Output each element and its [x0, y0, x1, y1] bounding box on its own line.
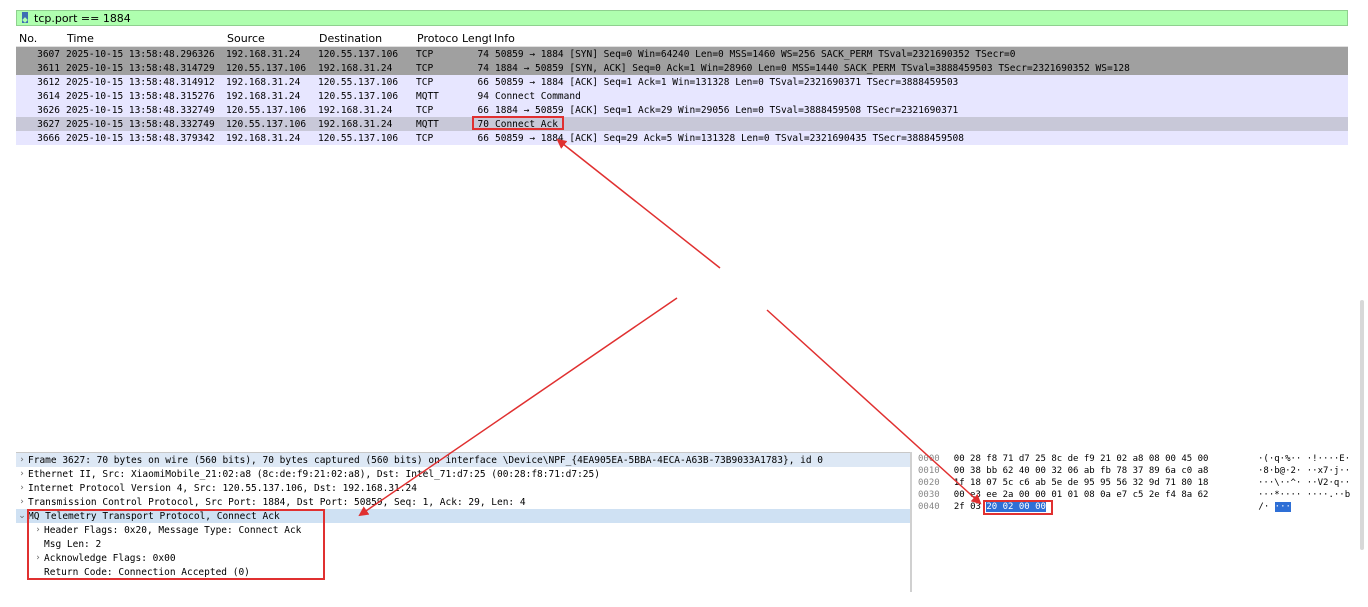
highlighted-ascii[interactable]: ··· [1274, 502, 1291, 512]
bookmark-icon[interactable] [20, 12, 30, 24]
scrollbar[interactable] [1360, 300, 1364, 550]
packet-row[interactable]: 3626 2025-10-15 13:58:48.332749 120.55.1… [16, 103, 1348, 117]
packet-list: No. Time Source Destination Protoco Leng… [16, 30, 1348, 145]
tree-item-tcp[interactable]: › Transmission Control Protocol, Src Por… [16, 495, 910, 509]
pane-splitter[interactable] [910, 452, 912, 592]
column-time[interactable]: Time [64, 32, 224, 45]
column-source[interactable]: Source [224, 32, 316, 45]
highlight-box-info [472, 116, 564, 130]
packet-row[interactable]: 3666 2025-10-15 13:58:48.379342 192.168.… [16, 131, 1348, 145]
expand-chevron-icon[interactable]: › [16, 469, 28, 479]
highlight-box-hex [983, 500, 1053, 515]
packet-row[interactable]: 3612 2025-10-15 13:58:48.314912 192.168.… [16, 75, 1348, 89]
hex-row: 0010 00 38 bb 62 40 00 32 06 ab fb 78 37… [918, 466, 1351, 476]
hex-row: 0020 1f 18 07 5c c6 ab 5e de 95 95 56 32… [918, 478, 1351, 488]
hex-row: 0000 00 28 f8 71 d7 25 8c de f9 21 02 a8… [918, 454, 1351, 464]
column-no[interactable]: No. [16, 32, 64, 45]
tree-item-frame[interactable]: › Frame 3627: 70 bytes on wire (560 bits… [16, 453, 910, 467]
tree-item-ethernet[interactable]: › Ethernet II, Src: XiaomiMobile_21:02:a… [16, 467, 910, 481]
tree-item-ip[interactable]: › Internet Protocol Version 4, Src: 120.… [16, 481, 910, 495]
arrow-to-info [556, 138, 721, 269]
packet-row[interactable]: 3614 2025-10-15 13:58:48.315276 192.168.… [16, 89, 1348, 103]
packet-list-header: No. Time Source Destination Protoco Leng… [16, 30, 1348, 47]
packet-row[interactable]: 3611 2025-10-15 13:58:48.314729 120.55.1… [16, 61, 1348, 75]
expand-chevron-icon[interactable]: › [16, 455, 28, 465]
filter-input[interactable]: tcp.port == 1884 [34, 12, 131, 25]
display-filter-bar[interactable]: tcp.port == 1884 [16, 10, 1348, 26]
packet-row[interactable]: 3607 2025-10-15 13:58:48.296326 192.168.… [16, 47, 1348, 61]
expand-chevron-icon[interactable]: › [16, 497, 28, 507]
packet-row-selected[interactable]: 3627 2025-10-15 13:58:48.332749 120.55.1… [16, 117, 1348, 131]
expand-chevron-icon[interactable]: › [16, 483, 28, 493]
column-length[interactable]: Lengt [459, 32, 491, 45]
highlight-box-mqtt [27, 509, 325, 580]
column-info[interactable]: Info [491, 32, 1341, 45]
column-destination[interactable]: Destination [316, 32, 414, 45]
column-protocol[interactable]: Protoco [414, 32, 459, 45]
